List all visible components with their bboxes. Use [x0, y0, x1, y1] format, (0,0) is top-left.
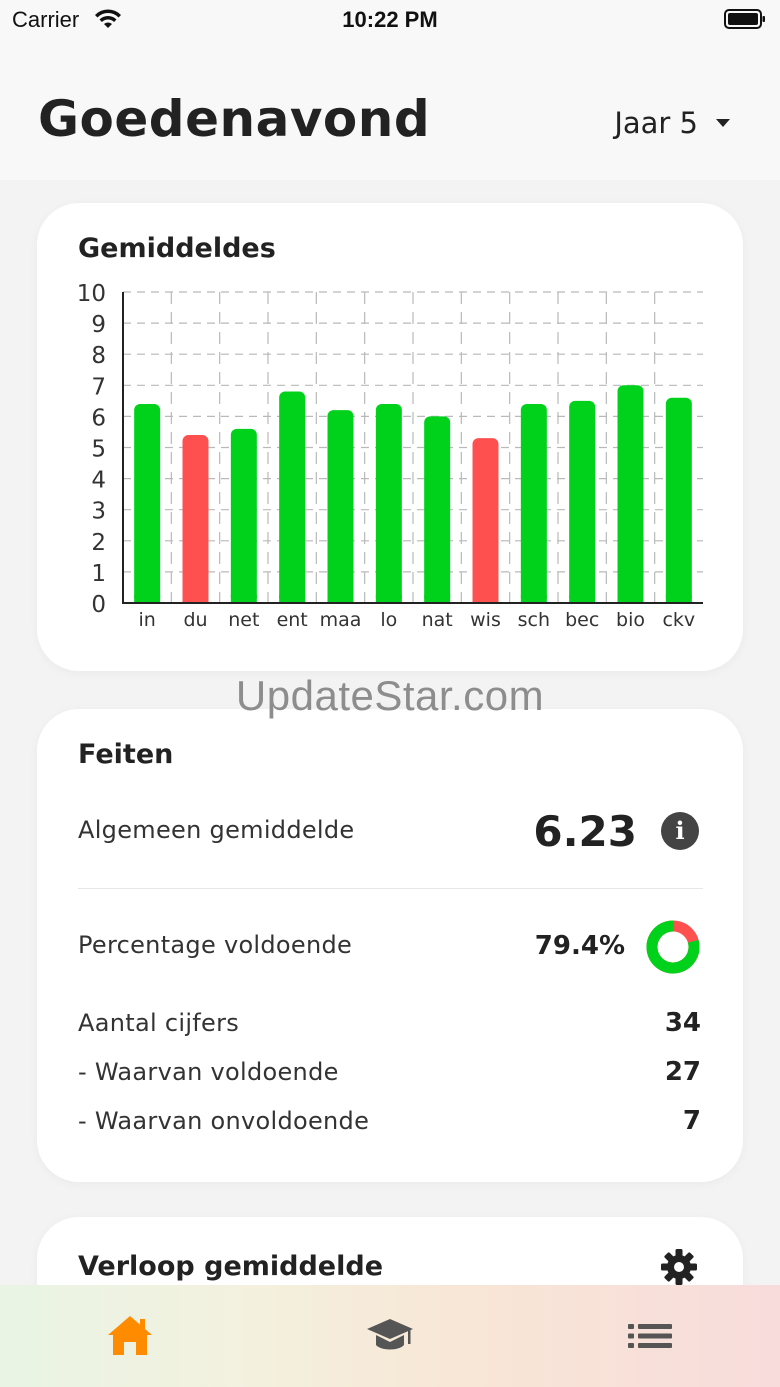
- bar-lo: [375, 403, 402, 603]
- bar-wis: [472, 438, 499, 603]
- pass-ratio-donut: [646, 920, 700, 974]
- home-icon: [108, 1316, 152, 1355]
- bar-maa: [327, 410, 354, 603]
- page-title: Goedenavond: [38, 90, 431, 148]
- bar-base-bio: [617, 595, 644, 603]
- y-tick-label: 8: [91, 343, 106, 369]
- clock-time: 10:22 PM: [342, 7, 438, 32]
- bar-base-ent: [279, 595, 306, 603]
- bar-base-in: [134, 595, 161, 603]
- failing-count-value: 7: [682, 1106, 701, 1136]
- graduation-cap-icon: [367, 1319, 413, 1350]
- passing-count-value: 27: [664, 1057, 701, 1087]
- tab-home[interactable]: [105, 1313, 155, 1359]
- facts-card-title: Feiten: [78, 739, 174, 770]
- bar-base-sch: [520, 595, 547, 603]
- averages-card: Gemiddeldes 0 1 2 3 4 5 6 7 8 9 10 in du net ent maa lo n…: [37, 203, 743, 671]
- grade-count-label: Aantal cijfers: [78, 1009, 240, 1037]
- x-tick-label: net: [228, 609, 259, 631]
- bar-du: [182, 435, 209, 603]
- y-tick-label: 10: [77, 281, 106, 307]
- averages-bar-chart: 0 1 2 3 4 5 6 7 8 9 10 in du net ent maa lo nat wis sch bec b…: [77, 281, 703, 631]
- year-selector[interactable]: Jaar 5: [614, 106, 730, 140]
- overall-average-label: Algemeen gemiddelde: [78, 816, 355, 844]
- x-tick-label: maa: [320, 609, 362, 631]
- divider: [78, 888, 703, 889]
- x-tick-label: ent: [277, 609, 308, 631]
- y-tick-label: 9: [91, 312, 106, 338]
- year-selector-label: Jaar 5: [614, 106, 698, 140]
- x-tick-label: ckv: [662, 609, 695, 631]
- failing-count-label: - Waarvan onvoldoende: [78, 1107, 370, 1135]
- x-tick-label: in: [139, 609, 156, 631]
- bar-nat: [424, 416, 451, 603]
- list-icon: [628, 1324, 672, 1348]
- bar-base-du: [182, 595, 209, 603]
- watermark: UpdateStar.com: [235, 672, 545, 719]
- caret-down-icon: [716, 119, 730, 127]
- facts-card: Feiten Algemeen gemiddelde 6.23 i Percen…: [37, 709, 743, 1182]
- bar-base-wis: [472, 595, 499, 603]
- tab-bar: [0, 1285, 780, 1387]
- tab-courses[interactable]: [365, 1313, 415, 1359]
- bar-ent: [279, 391, 306, 603]
- x-tick-label: sch: [518, 609, 550, 631]
- tab-list[interactable]: [625, 1313, 675, 1359]
- battery-icon: [724, 9, 765, 29]
- status-bar: Carrier 10:22 PM: [0, 0, 780, 40]
- bar-base-net: [230, 595, 257, 603]
- grade-count-value: 34: [664, 1008, 701, 1038]
- bar-ckv: [665, 397, 692, 603]
- bar-base-ckv: [665, 595, 692, 603]
- x-tick-label: lo: [380, 609, 397, 631]
- y-tick-label: 3: [91, 499, 106, 525]
- bar-base-nat: [424, 595, 451, 603]
- pass-percentage-label: Percentage voldoende: [78, 931, 353, 959]
- y-tick-label: 1: [91, 561, 106, 587]
- bar-base-lo: [375, 595, 402, 603]
- x-tick-label: bio: [616, 609, 645, 631]
- y-tick-label: 6: [91, 405, 106, 431]
- gear-icon[interactable]: [659, 1247, 699, 1287]
- x-tick-label: wis: [470, 609, 501, 631]
- x-tick-label: bec: [565, 609, 599, 631]
- bar-sch: [520, 403, 547, 603]
- pass-percentage-value: 79.4%: [534, 931, 625, 961]
- bar-bec: [569, 400, 596, 603]
- y-tick-label: 0: [91, 592, 106, 618]
- x-tick-label: nat: [422, 609, 453, 631]
- y-tick-label: 5: [91, 437, 106, 463]
- y-tick-label: 2: [91, 530, 106, 556]
- bar-base-maa: [327, 595, 354, 603]
- bar-in: [134, 403, 161, 603]
- bar-bio: [617, 385, 644, 603]
- overall-average-value: 6.23: [533, 807, 637, 856]
- y-tick-label: 4: [91, 468, 106, 494]
- bar-base-bec: [569, 595, 596, 603]
- passing-count-label: - Waarvan voldoende: [78, 1058, 339, 1086]
- x-tick-label: du: [183, 609, 207, 631]
- bar-net: [230, 428, 257, 603]
- y-tick-label: 7: [91, 374, 106, 400]
- info-icon[interactable]: i: [661, 812, 699, 850]
- header: Goedenavond Jaar 5: [0, 40, 780, 180]
- trend-card-title: Verloop gemiddelde: [78, 1251, 384, 1282]
